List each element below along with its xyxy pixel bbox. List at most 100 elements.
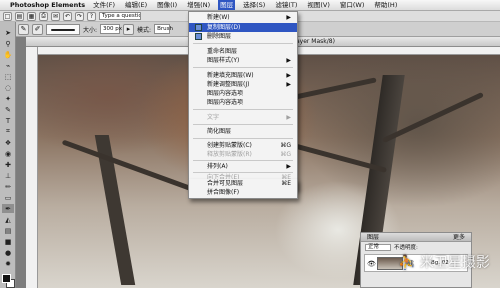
help-search-input[interactable]: Type a question for help (99, 12, 141, 20)
airbrush-icon[interactable]: ▸ (123, 23, 135, 35)
menu-item-flatten-image[interactable]: 拼合图像(F) (189, 188, 297, 197)
menu-item-arrange[interactable]: 排列(A) ▶ (189, 162, 297, 171)
pencil-tool-icon[interactable]: ✏ (2, 182, 14, 191)
hand-tool-icon[interactable]: ✋ (2, 50, 14, 59)
paint-bucket-icon[interactable]: ◭ (2, 215, 14, 224)
submenu-arrow-icon: ▶ (286, 81, 291, 88)
magic-wand-icon[interactable]: ✦ (2, 94, 14, 103)
eraser-tool-icon[interactable]: ▭ (2, 193, 14, 202)
brush-preset-picker[interactable] (46, 23, 80, 35)
brush-tool-icon[interactable]: ✎ (18, 23, 29, 35)
shortcut-text: ⌘E (281, 180, 291, 187)
menu-separator (193, 67, 293, 68)
menu-item-label: 文字 (207, 114, 220, 121)
menu-item-label: 创建剪贴蒙版(C) (207, 142, 252, 149)
marquee-tool-icon[interactable]: ⬚ (2, 72, 14, 81)
cookie-cutter-icon[interactable]: ❖ (2, 138, 14, 147)
menu-image[interactable]: 图像(I) (155, 0, 179, 10)
menu-item-label: 复制图层(D) (207, 24, 241, 31)
red-eye-tool-icon[interactable]: ◉ (2, 149, 14, 158)
submenu-arrow-icon: ▶ (286, 14, 291, 21)
mode-label: 模式: (137, 26, 152, 34)
menu-select[interactable]: 选择(S) (241, 0, 267, 10)
vertical-ruler (26, 47, 38, 288)
crop-tool-icon[interactable]: ⌗ (2, 127, 14, 136)
selection-brush-icon[interactable]: ✎ (2, 105, 14, 114)
mode-select[interactable]: Brush (154, 24, 173, 34)
menu-separator (193, 109, 293, 110)
help-icon[interactable]: ? (87, 11, 96, 21)
undo-icon[interactable]: ↶ (63, 11, 72, 21)
foreground-color-swatch[interactable] (2, 274, 11, 283)
clone-stamp-icon[interactable]: ⊥ (2, 171, 14, 180)
lasso-tool-icon[interactable]: ◌ (2, 83, 14, 92)
menu-item-rename-layer[interactable]: 重命名图层 (189, 47, 297, 56)
impressionist-brush-icon[interactable]: ✐ (32, 23, 43, 35)
tree-branch (61, 139, 205, 196)
menu-item-merge-visible[interactable]: 合并可见图层 ⌘E (189, 179, 297, 188)
menu-item-label: 新建填充图层(W) (207, 72, 254, 79)
photoshop-elements-window: Photoshop Elements 文件(F) 编辑(E) 图像(I) 增强(… (0, 0, 500, 288)
menu-separator (193, 124, 293, 125)
layers-title-text: 图层 (367, 234, 380, 241)
menu-item-release-clipping-mask[interactable]: 释放剪贴蒙版(R) ⌘G (189, 150, 297, 159)
submenu-arrow-icon: ▶ (286, 163, 291, 170)
menu-edit[interactable]: 编辑(E) (123, 0, 149, 10)
watermark-text: ⛹ 米卫星摄影 (398, 255, 490, 271)
app-name-menu[interactable]: Photoshop Elements (10, 1, 85, 9)
menu-item-label: 合并可见图层 (207, 180, 244, 187)
menu-enhance[interactable]: 增强(N) (185, 0, 212, 10)
size-field[interactable]: 300 px (100, 24, 122, 34)
brush-tool-icon[interactable]: ✒ (2, 204, 14, 213)
menu-item-label: 删除图层 (207, 33, 232, 40)
toolbox: ➤ ⚲ ✋ ⌁ ⬚ ◌ ✦ ✎ T ⌗ ❖ ◉ ✚ ⊥ ✏ ▭ ✒ ◭ ▤ ■ … (0, 22, 16, 288)
submenu-arrow-icon: ▶ (286, 57, 291, 64)
blur-tool-icon[interactable]: ● (2, 248, 14, 257)
menu-item-new[interactable]: 新建(W) ▶ (189, 13, 297, 22)
menu-item-label: 重命名图层 (207, 48, 238, 55)
type-tool-icon[interactable]: T (2, 116, 14, 125)
redo-icon[interactable]: ↷ (75, 11, 84, 21)
menu-window[interactable]: 窗口(W) (338, 0, 367, 10)
menu-item-label: 图层内容选项 (207, 99, 244, 106)
menu-view[interactable]: 视图(V) (305, 0, 332, 10)
menu-file[interactable]: 文件(F) (91, 0, 117, 10)
eyedropper-tool-icon[interactable]: ⌁ (2, 61, 14, 70)
print-icon[interactable]: ⎙ (39, 11, 48, 21)
shortcut-text: ⌘G (280, 142, 291, 149)
menu-item-layer-content-options-2[interactable]: 图层内容选项 (189, 98, 297, 107)
new-file-icon[interactable]: □ (3, 11, 12, 21)
menu-item-new-fill-layer[interactable]: 新建填充图层(W) ▶ (189, 71, 297, 80)
menu-item-layer-style[interactable]: 图层样式(Y) ▶ (189, 56, 297, 65)
menu-separator (193, 43, 293, 44)
menu-item-create-clipping-mask[interactable]: 创建剪贴蒙版(C) ⌘G (189, 141, 297, 150)
menu-item-label: 图层内容选项 (207, 90, 244, 97)
save-icon[interactable]: ▦ (27, 11, 36, 21)
email-icon[interactable]: ✉ (51, 11, 60, 21)
healing-brush-icon[interactable]: ✚ (2, 160, 14, 169)
menu-item-label: 释放剪贴蒙版(R) (207, 151, 252, 158)
menu-help[interactable]: 帮助(H) (372, 0, 399, 10)
layers-palette-title[interactable]: 图层 更多 (361, 233, 471, 242)
more-button[interactable]: 更多 (453, 233, 465, 242)
menu-item-label: 新建调整图层(J) (207, 81, 250, 88)
menu-layer[interactable]: 图层 (218, 0, 236, 10)
menu-item-new-adjustment-layer[interactable]: 新建调整图层(J) ▶ (189, 80, 297, 89)
shape-tool-icon[interactable]: ■ (2, 237, 14, 246)
menu-item-duplicate-layer[interactable]: 复制图层(D) (189, 23, 297, 32)
menu-filter[interactable]: 滤镜(T) (273, 0, 299, 10)
move-tool-icon[interactable]: ➤ (2, 28, 14, 37)
menu-item-type[interactable]: 文字 ▶ (189, 113, 297, 122)
eye-visibility-icon[interactable]: 👁 (367, 260, 376, 268)
zoom-tool-icon[interactable]: ⚲ (2, 39, 14, 48)
menu-item-label: 新建(W) (207, 14, 230, 21)
blend-mode-select[interactable]: 正常 (365, 243, 391, 251)
open-file-icon[interactable]: ▤ (15, 11, 24, 21)
menu-item-simplify-layer[interactable]: 简化图层 (189, 127, 297, 136)
layers-options-row: 正常 不透明度: (361, 242, 471, 252)
sponge-tool-icon[interactable]: ✹ (2, 259, 14, 268)
gradient-tool-icon[interactable]: ▤ (2, 226, 14, 235)
menu-item-layer-content-options[interactable]: 图层内容选项 (189, 89, 297, 98)
menu-item-label: 排列(A) (207, 163, 228, 170)
menu-item-delete-layer[interactable]: 删除图层 (189, 32, 297, 41)
